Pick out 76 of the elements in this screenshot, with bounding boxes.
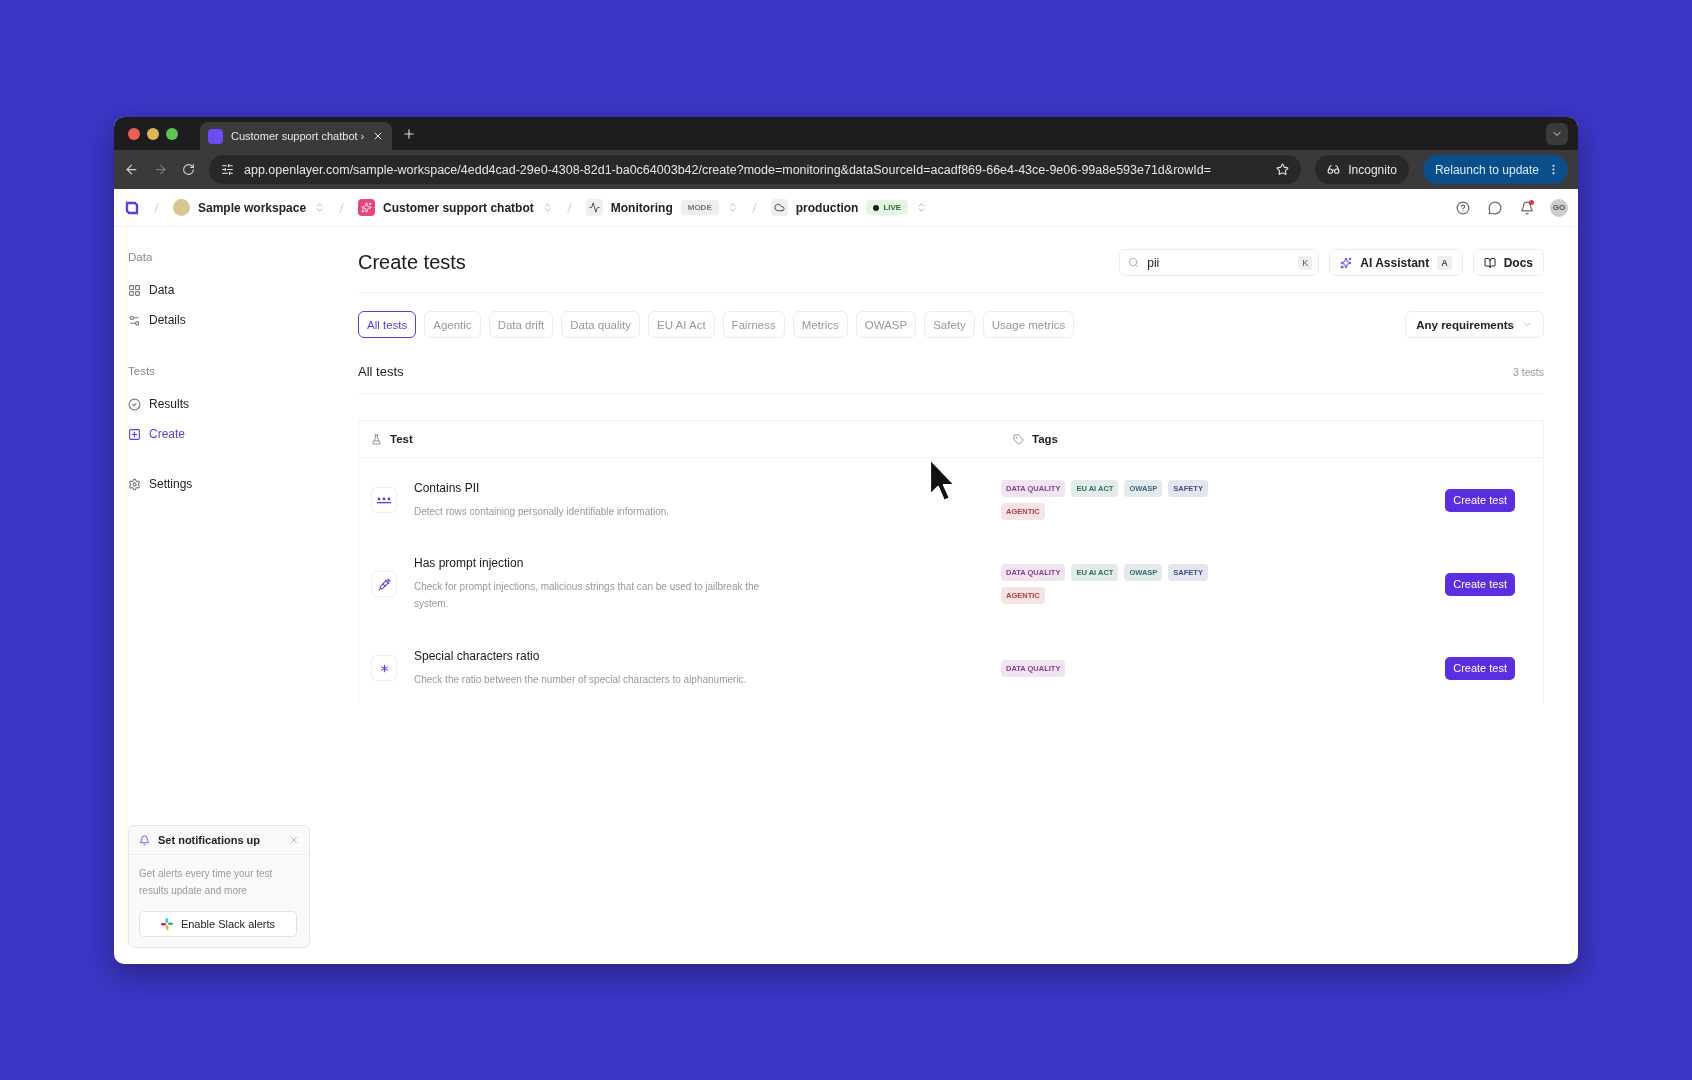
plus-square-icon [128, 427, 141, 441]
reload-icon[interactable] [182, 163, 195, 176]
close-window-button[interactable] [128, 127, 140, 140]
user-avatar[interactable]: GO [1550, 198, 1568, 217]
bell-icon [139, 834, 150, 846]
create-test-button[interactable]: Create test [1445, 488, 1515, 512]
tag-icon [1013, 433, 1024, 445]
address-bar[interactable]: app.openlayer.com/sample-workspace/4edd4cad-29e0-4308-82d1-ba0c64003b42/create?mode=monitoring&dataSourceId=acadf869-66e4-43ce-9e06-99a8e593e71d&rowId= [209, 155, 1302, 184]
sparkle-icon [1340, 256, 1353, 269]
asterisks-icon [377, 496, 391, 504]
logo-icon [124, 199, 140, 216]
sidebar-item[interactable]: Create [128, 419, 344, 449]
test-name: Special characters ratio [414, 648, 541, 663]
maximize-window-button[interactable] [166, 127, 178, 140]
breadcrumb[interactable]: Monitoring MODE [585, 199, 738, 216]
mode-badge: MODE [680, 200, 719, 215]
test-description: Detect rows containing personally identifiable information. [414, 504, 670, 519]
shortcut-key: A [1437, 255, 1452, 270]
settings-icon [128, 313, 141, 327]
test-description: Check for prompt injections, malicious strings that can be used to jailbreak the system. [414, 580, 761, 611]
new-tab-icon[interactable] [402, 126, 416, 141]
sidebar-item[interactable]: Settings [128, 469, 344, 499]
column-header: Tags [1013, 433, 1531, 445]
browser-tab[interactable]: Customer support chatbot › [200, 122, 392, 150]
bookmark-star-icon[interactable] [1276, 163, 1290, 176]
chat-icon[interactable] [1488, 200, 1502, 215]
search-icon [1128, 257, 1140, 268]
sidebar-item[interactable]: Details [128, 305, 344, 335]
docs-button[interactable]: Docs [1472, 249, 1544, 276]
slack-alerts-button[interactable]: Enable Slack alerts [139, 911, 297, 937]
favicon-icon [208, 128, 223, 144]
notification-text: Get alerts every time your test results update and more [139, 867, 274, 898]
incognito-badge[interactable]: Incognito [1315, 155, 1409, 184]
search-field[interactable]: pii K [1119, 249, 1320, 276]
filter-tab[interactable]: All tests [358, 311, 417, 338]
activity-icon [585, 199, 603, 216]
breadcrumb[interactable]: Customer support chatbot [358, 199, 553, 216]
settings-icon [128, 477, 141, 491]
cloud-icon [770, 199, 788, 216]
requirements-dropdown[interactable]: Any requirements [1405, 311, 1544, 338]
help-icon[interactable] [1456, 200, 1470, 215]
sidebar-item[interactable]: Results [128, 389, 344, 419]
check-circle-icon [128, 397, 141, 411]
test-name: Has prompt injection [414, 556, 525, 570]
notification-title: Set notifications up [158, 834, 262, 846]
ai-assistant-button[interactable]: AI Assistant A [1329, 249, 1463, 276]
test-name: Contains PII [414, 480, 481, 495]
notifications-icon[interactable] [1520, 200, 1534, 215]
mode-badge: LIVE [866, 200, 909, 215]
sidebar-section-title: Data [128, 251, 154, 263]
site-settings-icon[interactable] [221, 163, 234, 176]
column-header: Test [371, 433, 1013, 445]
forward-icon[interactable] [153, 162, 168, 177]
book-icon [1483, 256, 1496, 269]
syringe-icon [377, 577, 391, 591]
tab-menu-button[interactable] [1546, 122, 1568, 145]
create-test-button[interactable]: Create test [1445, 656, 1515, 680]
minimize-window-button[interactable] [147, 127, 159, 140]
shortcut-key: K [1298, 255, 1313, 270]
page-title: Create tests [358, 251, 467, 274]
create-test-button[interactable]: Create test [1445, 572, 1515, 596]
sidebar-section-title: Tests [128, 365, 156, 377]
sparkle-icon [358, 199, 376, 216]
sidebar-item[interactable]: Data [128, 275, 344, 305]
test-count: 3 tests [1513, 365, 1544, 378]
glasses-icon [1327, 163, 1341, 176]
test-description: Check the ratio between the number of special characters to alphanumeric. [414, 672, 747, 687]
breadcrumb[interactable]: production LIVE [770, 199, 928, 216]
back-icon[interactable] [124, 162, 139, 177]
grid-icon [128, 283, 141, 297]
slack-icon [160, 918, 173, 930]
section-title: All tests [358, 364, 404, 379]
relaunch-button[interactable]: Relaunch to update [1422, 155, 1568, 184]
close-icon[interactable] [372, 130, 384, 142]
breadcrumb[interactable]: Sample workspace [173, 199, 326, 216]
flask-icon [371, 433, 382, 445]
